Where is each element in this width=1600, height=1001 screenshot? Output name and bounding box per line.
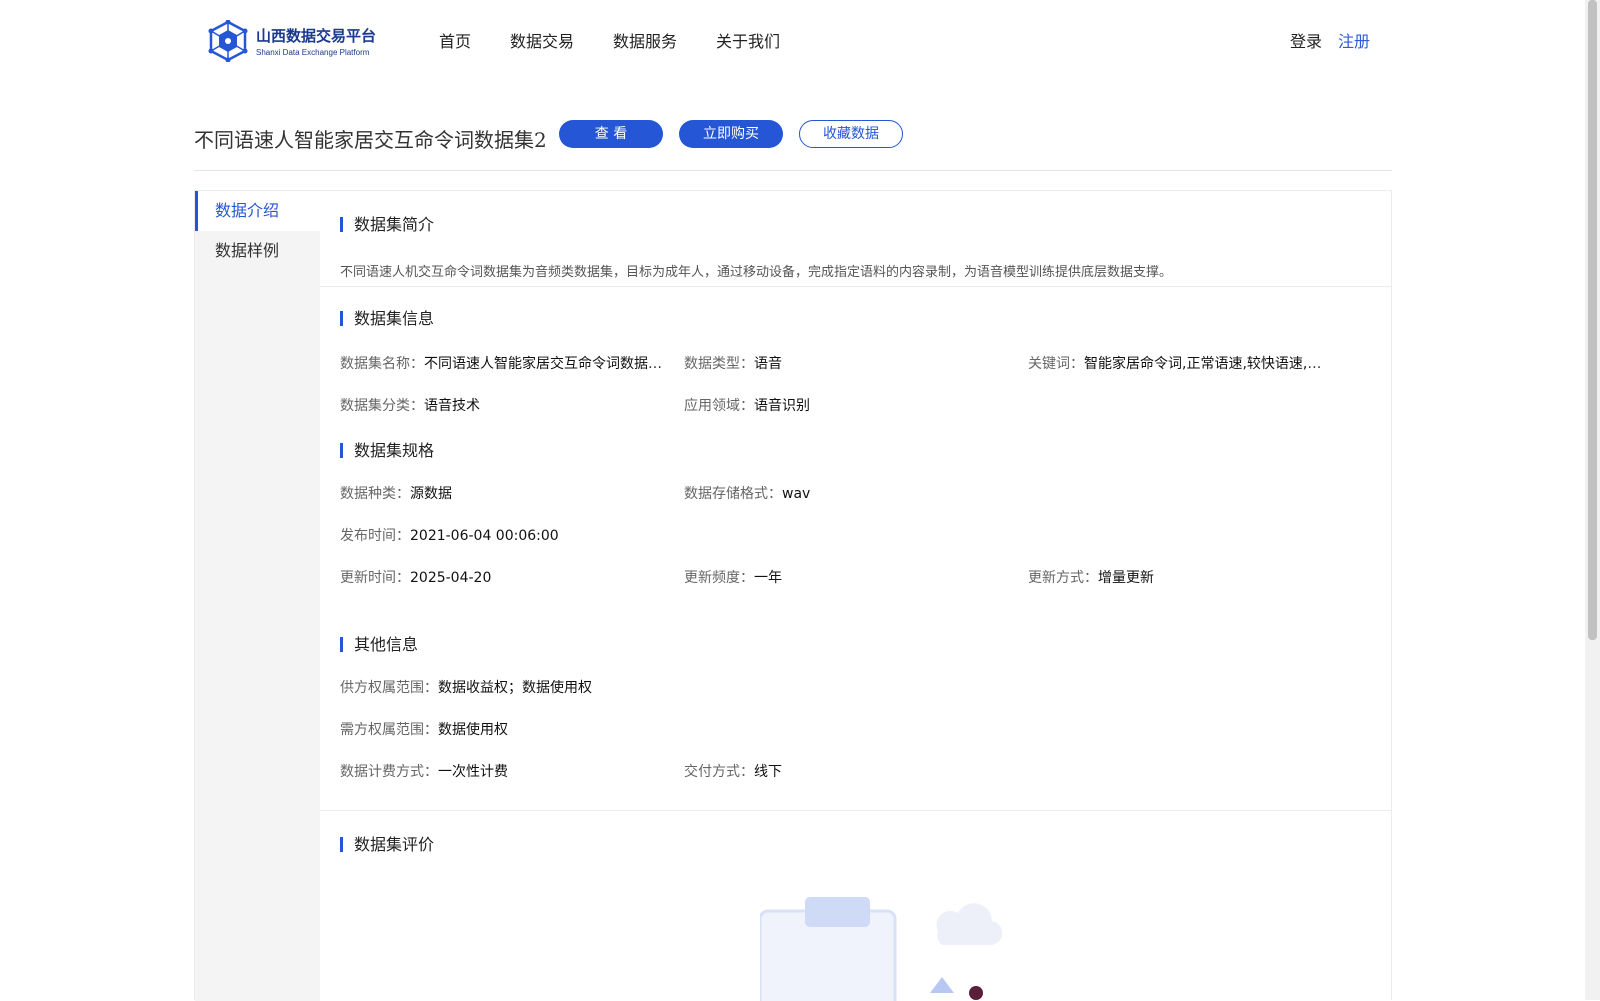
field-update-frequency: 更新频度：一年 [684, 567, 1014, 587]
divider [320, 810, 1391, 811]
field-label: 更新时间： [340, 570, 410, 586]
field-data-kind: 数据种类：源数据 [340, 483, 670, 503]
field-billing-method: 数据计费方式：一次性计费 [340, 761, 670, 781]
section-title-spec: 数据集规格 [340, 437, 434, 461]
field-label: 发布时间： [340, 528, 410, 544]
divider [320, 286, 1391, 287]
field-label: 数据计费方式： [340, 764, 438, 780]
nav-data-trading[interactable]: 数据交易 [510, 28, 574, 52]
field-label: 数据类型： [684, 356, 754, 372]
field-value: 数据使用权 [438, 722, 508, 738]
empty-review-illustration [760, 897, 1003, 1001]
auth-links: 登录 注册 [1290, 28, 1370, 52]
field-label: 应用领域： [684, 398, 754, 414]
section-title-intro: 数据集简介 [340, 211, 434, 235]
favorite-button[interactable]: 收藏数据 [799, 120, 903, 148]
logo-chinese-name: 山西数据交易平台 [256, 27, 377, 45]
dataset-title-bar: 不同语速人智能家居交互命令词数据集2 查 看 立即购买 收藏数据 [194, 118, 1392, 171]
field-value: 增量更新 [1098, 570, 1154, 586]
field-value: 一次性计费 [438, 764, 508, 780]
field-label: 更新频度： [684, 570, 754, 586]
field-value: 线下 [754, 764, 782, 780]
register-link[interactable]: 注册 [1338, 28, 1370, 52]
field-label: 数据种类： [340, 486, 410, 502]
field-demander-rights: 需方权属范围：数据使用权 [340, 719, 670, 739]
section-title-review: 数据集评价 [340, 831, 434, 855]
field-keywords: 关键词：智能家居命令词,正常语速,较快语速,较慢语速 [1028, 353, 1323, 373]
field-value: 数据收益权；数据使用权 [438, 680, 592, 696]
nav-data-service[interactable]: 数据服务 [613, 28, 677, 52]
sidebar-item-samples[interactable]: 数据样例 [195, 231, 320, 271]
page-scrollbar[interactable] [1585, 0, 1600, 1000]
buy-now-button[interactable]: 立即购买 [679, 120, 783, 148]
field-value: wav [782, 486, 811, 502]
view-button[interactable]: 查 看 [559, 120, 663, 148]
sidebar-item-intro[interactable]: 数据介绍 [195, 191, 320, 231]
field-label: 更新方式： [1028, 570, 1098, 586]
detail-sidebar: 数据介绍 数据样例 [195, 191, 320, 1001]
field-value: 2025-04-20 [410, 570, 492, 586]
field-label: 供方权属范围： [340, 680, 438, 696]
field-data-type: 数据类型：语音 [684, 353, 1014, 373]
section-title-info: 数据集信息 [340, 305, 434, 329]
intro-text: 不同语速人机交互命令词数据集为音频类数据集，目标为成年人，通过移动设备，完成指定… [340, 265, 1173, 280]
field-update-time: 更新时间：2025-04-20 [340, 567, 670, 587]
field-delivery-method: 交付方式：线下 [684, 761, 1014, 781]
field-supplier-rights: 供方权属范围：数据收益权；数据使用权 [340, 677, 670, 697]
field-value: 语音技术 [424, 398, 480, 414]
field-application-domain: 应用领域：语音识别 [684, 395, 1014, 415]
field-label: 数据集分类： [340, 398, 424, 414]
nav-about-us[interactable]: 关于我们 [716, 28, 780, 52]
detail-panel: 数据介绍 数据样例 数据集简介 不同语速人机交互命令词数据集为音频类数据集，目标… [194, 190, 1392, 1001]
hexagon-network-logo-icon [208, 20, 248, 62]
section-title-other: 其他信息 [340, 631, 418, 655]
field-value: 智能家居命令词,正常语速,较快语速,较慢语速 [1084, 356, 1323, 372]
logo-english-name: Shanxi Data Exchange Platform [256, 48, 370, 57]
field-category: 数据集分类：语音技术 [340, 395, 670, 415]
field-update-method: 更新方式：增量更新 [1028, 567, 1358, 587]
field-value: 语音识别 [754, 398, 810, 414]
field-label: 数据存储格式： [684, 486, 782, 502]
field-label: 需方权属范围： [340, 722, 438, 738]
dataset-title: 不同语速人智能家居交互命令词数据集2 [194, 128, 547, 152]
field-label: 交付方式： [684, 764, 754, 780]
field-value: 一年 [754, 570, 782, 586]
detail-content: 数据集简介 不同语速人机交互命令词数据集为音频类数据集，目标为成年人，通过移动设… [320, 191, 1391, 1001]
field-value: 语音 [754, 356, 782, 372]
scrollbar-thumb[interactable] [1588, 0, 1597, 640]
field-value: 不同语速人智能家居交互命令词数据集2 [424, 356, 670, 372]
field-storage-format: 数据存储格式：wav [684, 483, 1014, 503]
top-header: 山西数据交易平台 Shanxi Data Exchange Platform 首… [0, 0, 1585, 80]
login-link[interactable]: 登录 [1290, 28, 1322, 52]
main-nav: 首页 数据交易 数据服务 关于我们 [439, 28, 819, 52]
field-label: 关键词： [1028, 356, 1084, 372]
field-value: 源数据 [410, 486, 452, 502]
platform-logo[interactable]: 山西数据交易平台 Shanxi Data Exchange Platform [208, 20, 378, 62]
field-dataset-name: 数据集名称：不同语速人智能家居交互命令词数据集2 [340, 353, 670, 373]
field-label: 数据集名称： [340, 356, 424, 372]
field-value: 2021-06-04 00:06:00 [410, 528, 559, 544]
field-publish-time: 发布时间：2021-06-04 00:06:00 [340, 525, 670, 545]
nav-home[interactable]: 首页 [439, 28, 471, 52]
